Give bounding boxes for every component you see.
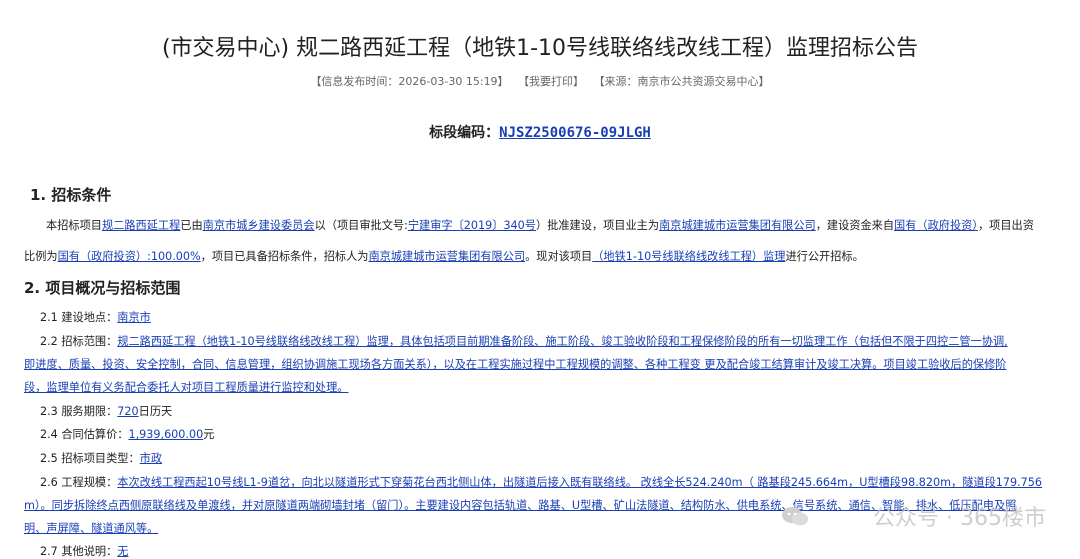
contract-price-unit: 元 — [203, 428, 215, 441]
item-location: 2.1 建设地点：南京市 — [40, 309, 151, 325]
tender-condition-text: 以（项目审批文号: — [314, 219, 408, 232]
info-meta-bar: 【信息发布时间：2026-03-30 15:19】 【我要打印】 【来源：南京市… — [0, 73, 1080, 89]
tender-condition-text: 本招标项目 — [46, 219, 102, 232]
section-code-line: 标段编码：NJSZ2500676-09JLGH — [0, 122, 1080, 142]
item-service-period: 2.3 服务期限：720日历天 — [40, 403, 172, 419]
service-period-label: 2.3 服务期限： — [40, 405, 118, 418]
wechat-icon — [782, 507, 808, 526]
scale-value-2[interactable]: m）。同步拆除终点西侧原联络线及单渡线，并对原隧道两端砌墙封堵（留门）。主要建设… — [24, 499, 1016, 512]
tender-condition-link[interactable]: （地铁1-10号线联络线改线工程）监理 — [592, 250, 785, 263]
tender-condition-link[interactable]: 宁建审字〔2019〕340号 — [408, 219, 536, 232]
other-notes-value[interactable]: 无 — [117, 545, 128, 558]
service-period-unit: 日历天 — [138, 405, 173, 418]
item-other-notes: 2.7 其他说明：无 — [40, 543, 129, 559]
heading-project-overview: 2. 项目概况与招标范围 — [24, 279, 181, 297]
section-code-link[interactable]: NJSZ2500676-09JLGH — [499, 125, 651, 141]
tender-condition-link[interactable]: 南京城建城市运营集团有限公司 — [368, 250, 525, 263]
other-notes-label: 2.7 其他说明： — [40, 545, 118, 558]
heading-tender-conditions: 1. 招标条件 — [30, 186, 112, 204]
watermark-text: 公众号 · 365楼市 — [873, 506, 1046, 531]
tender-condition-link[interactable]: 国有（政府投资） — [894, 219, 978, 232]
scale-value-1[interactable]: 本次改线工程西起10号线L1-9道岔，向北以隧道形式下穿菊花台西北侧山体，出隧道… — [117, 476, 1042, 489]
scale-value-3[interactable]: 明、声屏障、隧道通风等。 — [24, 522, 158, 535]
contract-price-label: 2.4 合同估算价： — [40, 428, 129, 441]
tender-condition-text: ，项目出资 — [977, 219, 1034, 232]
scope-value-3[interactable]: 段，监理单位有义务配合委托人对项目工程质量进行监控和处理。 — [24, 381, 348, 394]
scale-label: 2.6 工程规模： — [40, 476, 118, 489]
tender-condition-text: ，项目已具备招标条件，招标人为 — [200, 250, 369, 263]
tender-condition-link[interactable]: 南京市城乡建设委员会 — [203, 219, 315, 232]
location-value[interactable]: 南京市 — [117, 311, 151, 324]
item-contract-price: 2.4 合同估算价：1,939,600.00元 — [40, 426, 214, 442]
tender-condition-text: ，建设资金来自 — [815, 219, 895, 232]
publish-time: 【信息发布时间：2026-03-30 15:19】 — [310, 75, 509, 88]
item-project-type: 2.5 招标项目类型：市政 — [40, 450, 162, 466]
page-title: (市交易中心) 规二路西延工程（地铁1-10号线联络线改线工程）监理招标公告 — [161, 36, 919, 61]
service-period-value[interactable]: 720 — [117, 405, 138, 418]
scope-label: 2.2 招标范围： — [40, 335, 118, 348]
source-info: 【来源：南京市公共资源交易中心】 — [593, 75, 770, 88]
tender-condition-text: 已由 — [180, 219, 203, 232]
item-scope-line-2: 即进度、质量、投资、安全控制，合同、信息管理，组织协调施工现场各方面关系），以及… — [24, 356, 1006, 372]
tender-condition-link[interactable]: 南京城建城市运营集团有限公司 — [659, 219, 816, 232]
section-code-label: 标段编码： — [429, 125, 500, 141]
item-scope-line-1: 2.2 招标范围：规二路西延工程（地铁1-10号线联络线改线工程）监理，具体包括… — [40, 333, 1008, 349]
tender-conditions-line-1: 本招标项目规二路西延工程已由南京市城乡建设委员会以（项目审批文号:宁建审字〔20… — [46, 217, 1034, 233]
project-type-value[interactable]: 市政 — [140, 452, 162, 465]
item-scope-line-3: 段，监理单位有义务配合委托人对项目工程质量进行监控和处理。 — [24, 379, 348, 395]
project-type-label: 2.5 招标项目类型： — [40, 452, 140, 465]
item-scale-line-1: 2.6 工程规模：本次改线工程西起10号线L1-9道岔，向北以隧道形式下穿菊花台… — [40, 474, 1042, 490]
scope-value-1[interactable]: 规二路西延工程（地铁1-10号线联络线改线工程）监理，具体包括项目前期准备阶段、… — [117, 335, 1007, 348]
item-scale-line-2: m）。同步拆除终点西侧原联络线及单渡线，并对原隧道两端砌墙封堵（留门）。主要建设… — [24, 497, 1016, 513]
contract-price-value[interactable]: 1,939,600.00 — [128, 428, 203, 441]
tender-condition-text: ）批准建设，项目业主为 — [535, 219, 660, 232]
tender-condition-text: 比例为 — [24, 250, 58, 263]
tender-condition-text: 进行公开招标。 — [785, 250, 864, 263]
scope-value-2[interactable]: 即进度、质量、投资、安全控制，合同、信息管理，组织协调施工现场各方面关系），以及… — [24, 358, 1006, 371]
tender-condition-link[interactable]: 规二路西延工程 — [102, 219, 180, 232]
tender-condition-link[interactable]: 国有（政府投资）:100.00% — [58, 250, 201, 263]
print-link[interactable]: 【我要打印】 — [518, 75, 584, 88]
item-scale-line-3: 明、声屏障、隧道通风等。 — [24, 520, 158, 536]
location-label: 2.1 建设地点： — [40, 311, 118, 324]
tender-conditions-line-2: 比例为国有（政府投资）:100.00%，项目已具备招标条件，招标人为南京城建城市… — [24, 248, 864, 264]
tender-condition-text: 。现对该项目 — [525, 250, 593, 263]
